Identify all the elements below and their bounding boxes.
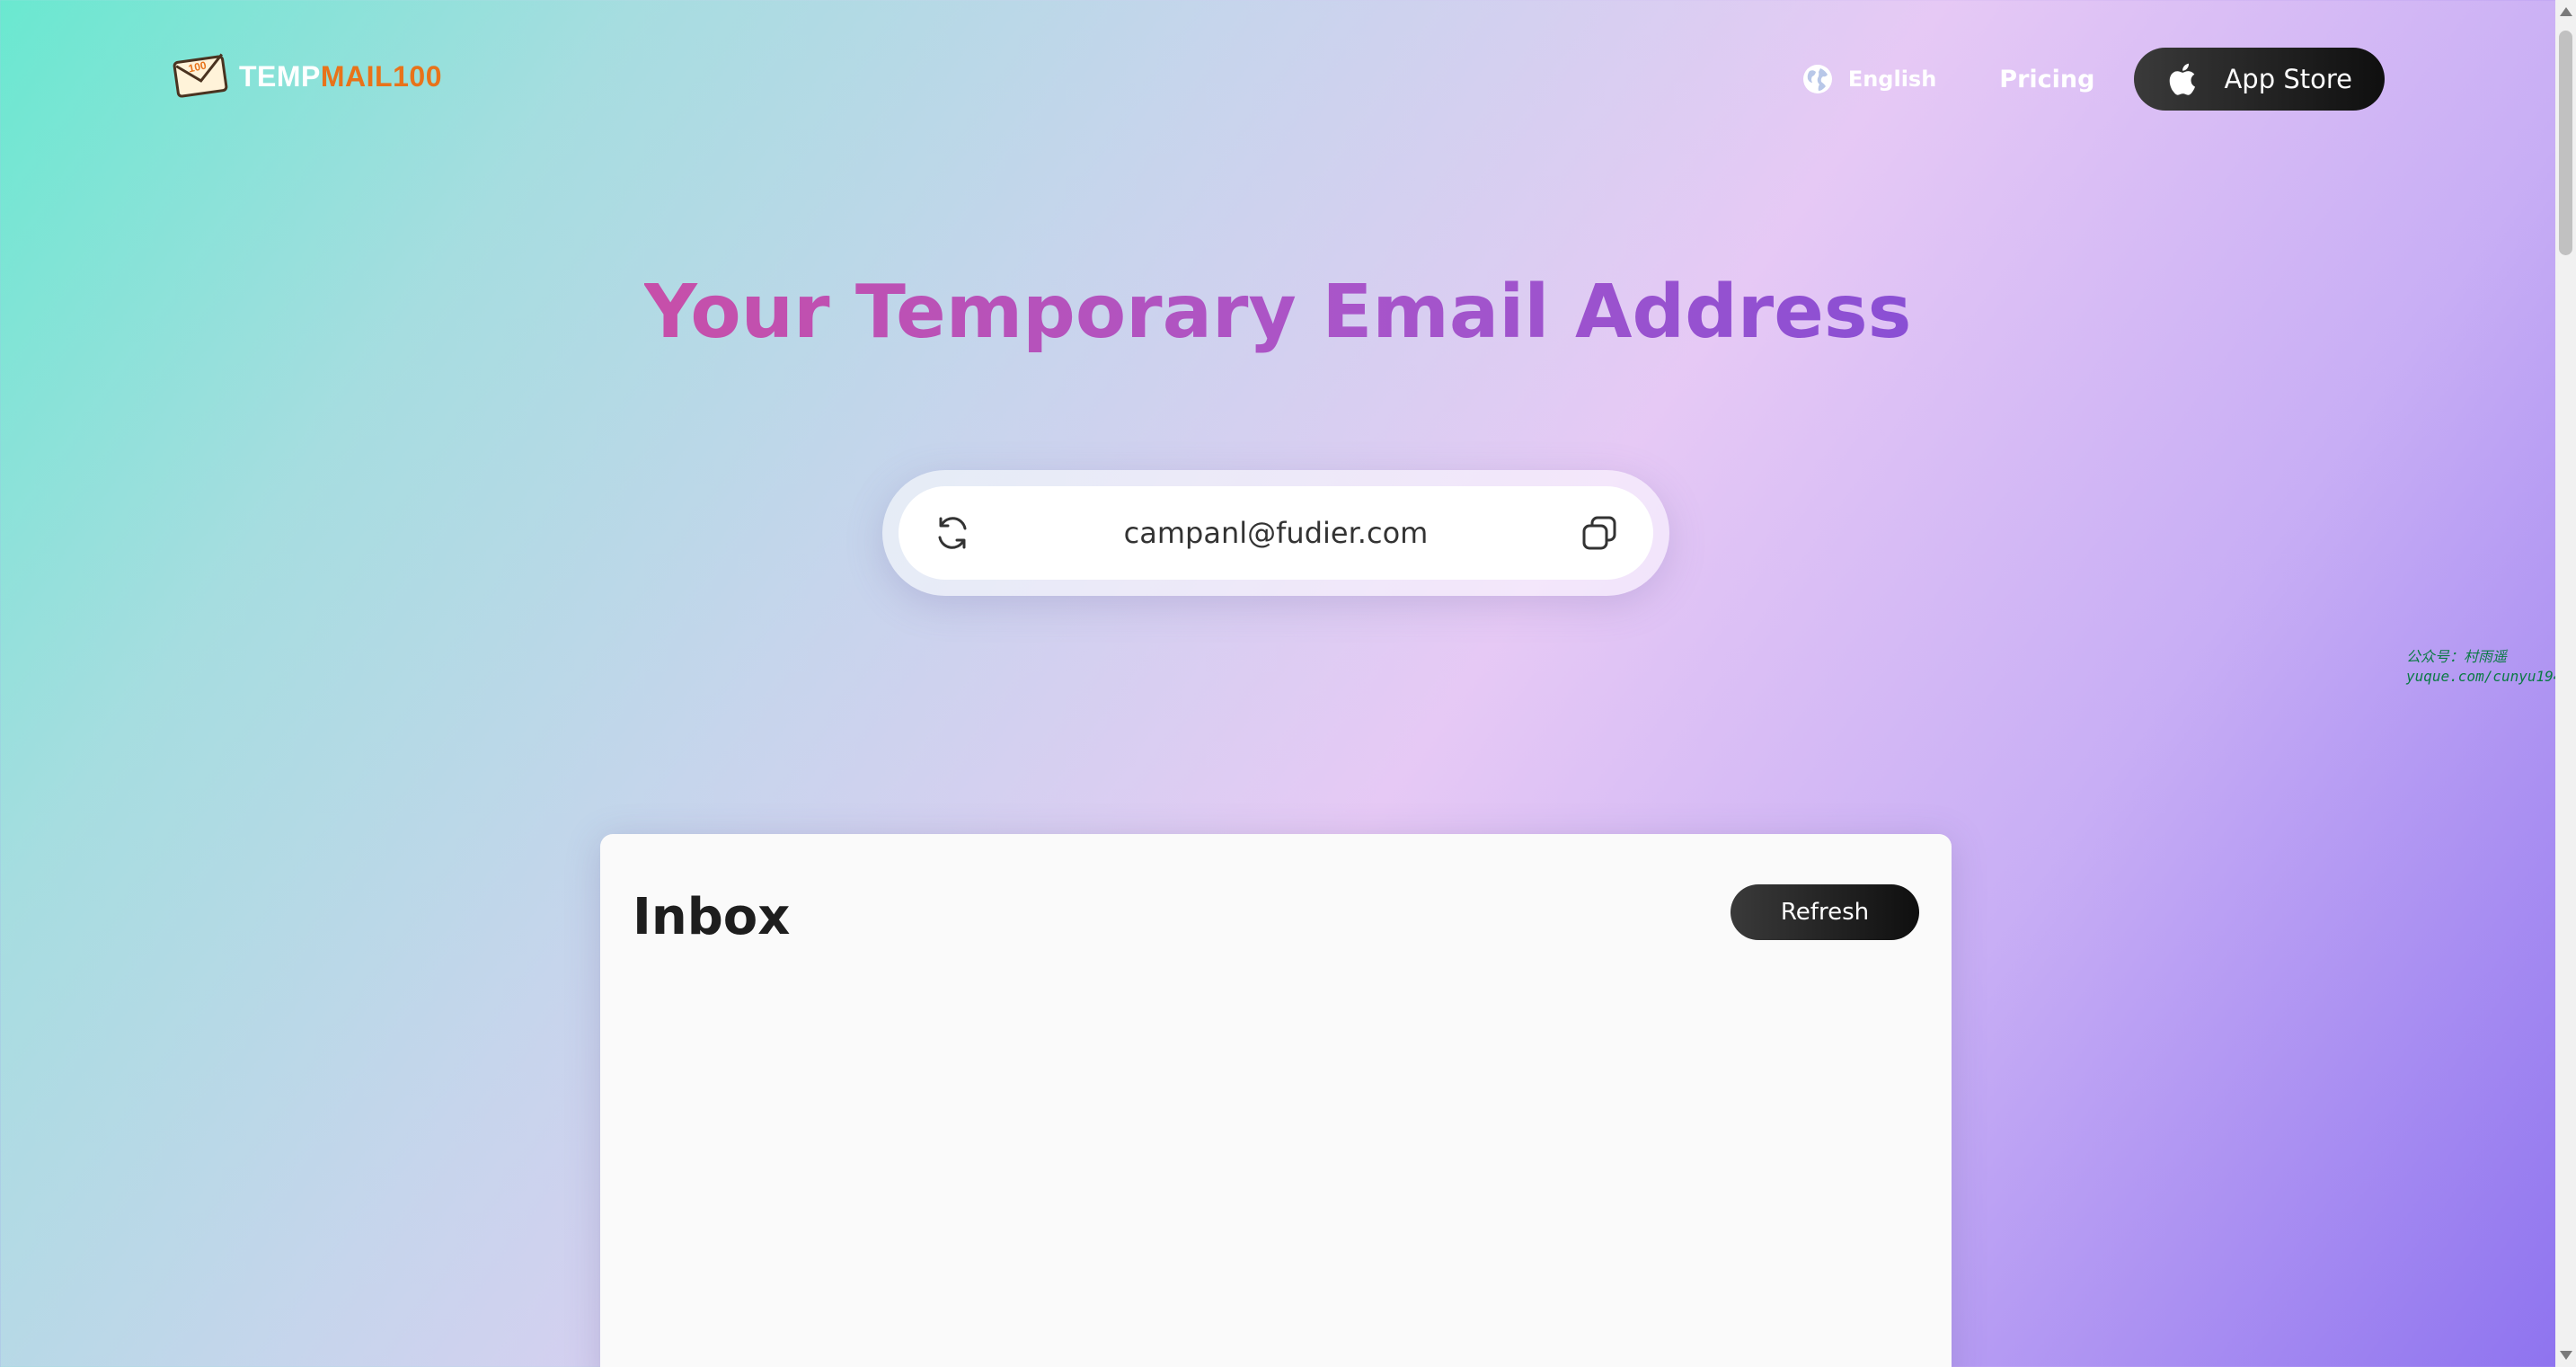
logo-text-temp: TEMP xyxy=(239,59,321,93)
apple-icon xyxy=(2170,63,2196,95)
inbox-title: Inbox xyxy=(633,888,791,946)
logo-text-mail100: MAIL100 xyxy=(320,59,442,93)
scroll-up-arrow-icon[interactable] xyxy=(2560,7,2572,16)
email-address-panel: campanl@fudier.com xyxy=(882,470,1669,596)
logo-text: TEMPMAIL100 xyxy=(239,60,442,93)
globe-icon xyxy=(1802,65,1832,93)
refresh-inbox-button[interactable]: Refresh xyxy=(1731,884,1919,940)
page: 100 TEMPMAIL100 English Pricing App Stor… xyxy=(0,0,2571,1367)
app-store-button[interactable]: App Store xyxy=(2134,48,2385,111)
top-nav: English Pricing App Store xyxy=(1801,47,2385,111)
email-address-box: campanl@fudier.com xyxy=(899,486,1653,580)
page-title-text: Your Temporary Email Address xyxy=(643,270,1912,355)
regenerate-email-button[interactable] xyxy=(925,506,979,560)
pricing-link[interactable]: Pricing xyxy=(1999,66,2094,93)
envelope-logo-icon: 100 xyxy=(173,53,228,98)
inbox-panel: Inbox Refresh xyxy=(600,834,1952,1367)
watermark: 公众号：村雨遥 yuque.com/cunyu1943 xyxy=(2406,647,2571,687)
refresh-icon xyxy=(938,517,967,549)
language-selector[interactable]: English xyxy=(1801,63,1936,95)
watermark-line-1: 公众号：村雨遥 xyxy=(2406,648,2508,665)
scroll-down-arrow-icon[interactable] xyxy=(2560,1351,2572,1360)
page-title: Your Temporary Email Address xyxy=(0,270,2555,355)
watermark-line-2: yuque.com/cunyu1943 xyxy=(2406,668,2572,685)
copy-icon xyxy=(1582,516,1616,550)
language-label: English xyxy=(1847,67,1937,92)
site-logo[interactable]: 100 TEMPMAIL100 xyxy=(173,52,442,101)
email-address-value[interactable]: campanl@fudier.com xyxy=(979,516,1572,550)
copy-email-button[interactable] xyxy=(1572,506,1626,560)
scroll-thumb[interactable] xyxy=(2559,31,2572,255)
page-scrollbar[interactable] xyxy=(2555,0,2576,1367)
app-store-label: App Store xyxy=(2224,64,2352,94)
